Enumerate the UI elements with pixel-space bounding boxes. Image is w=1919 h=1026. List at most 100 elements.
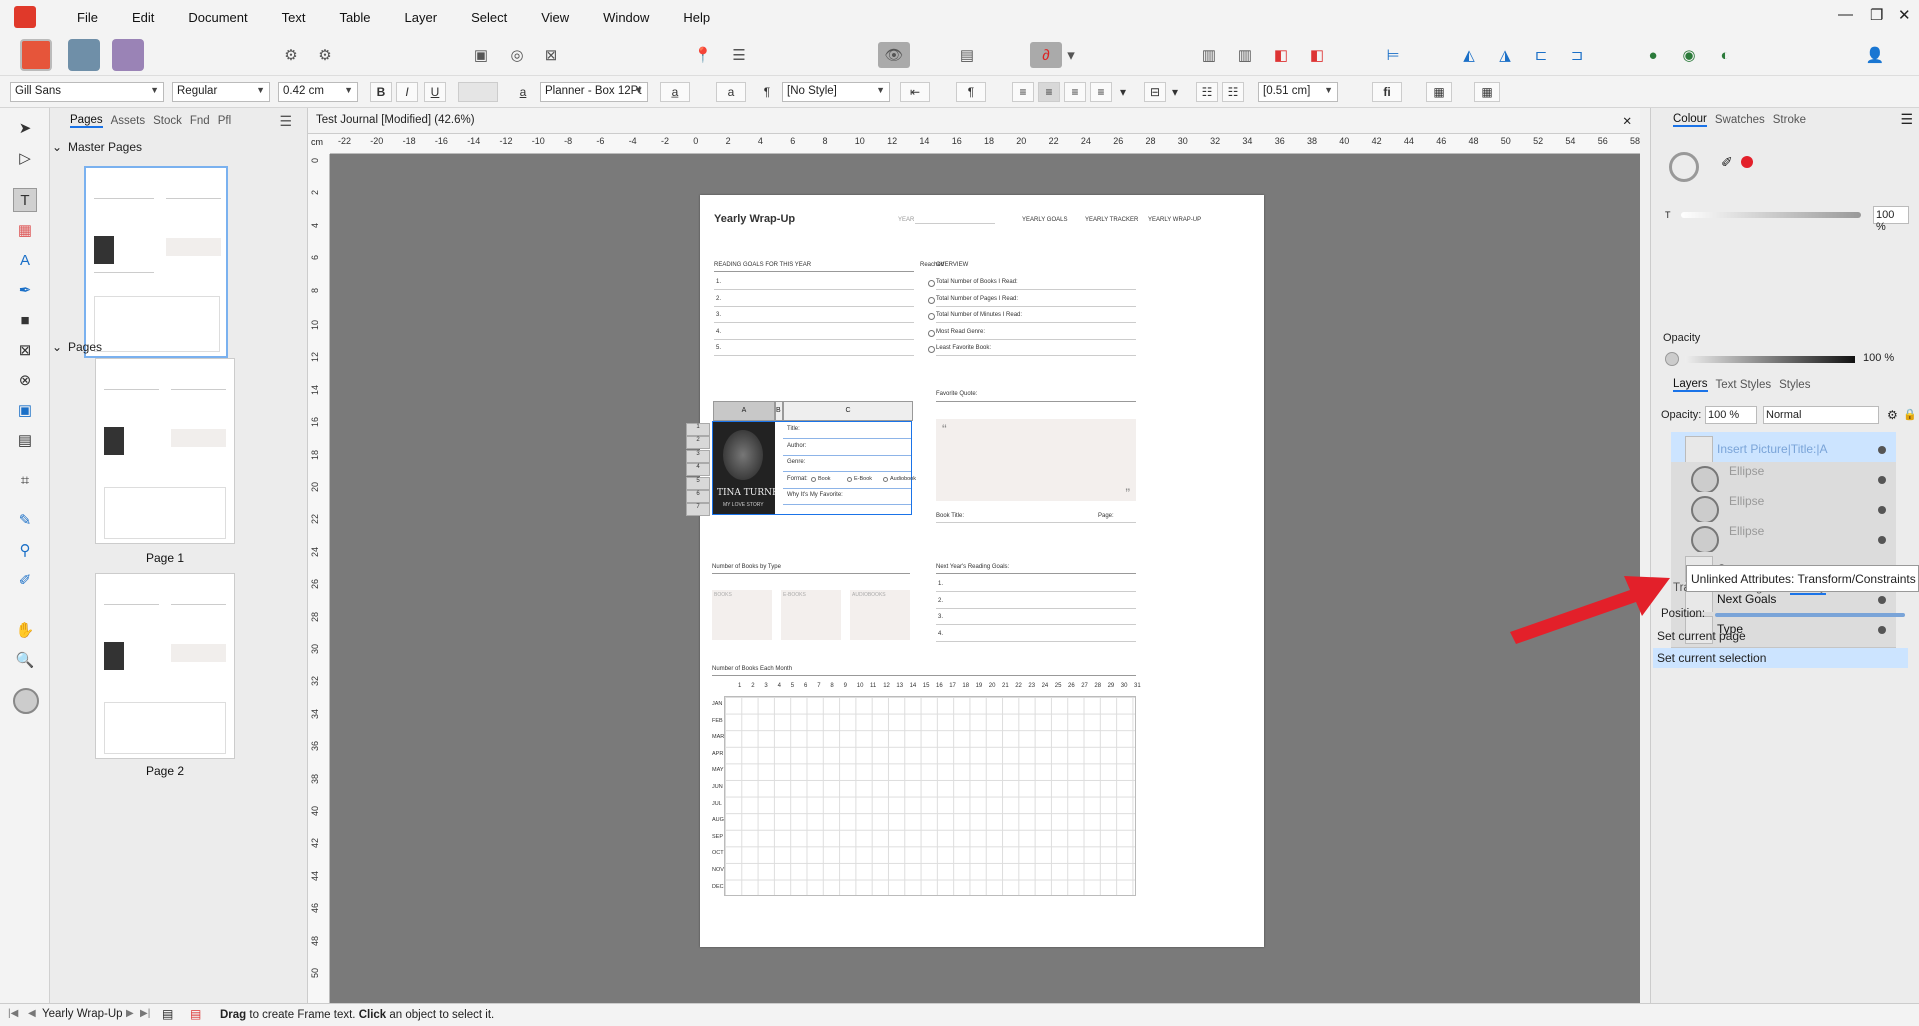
format-radio[interactable] xyxy=(811,477,816,482)
paragraph-style-select[interactable]: Planner - Box 12Pt ▼ xyxy=(540,82,648,102)
master-pages-header[interactable]: ⌄ Master Pages xyxy=(50,136,308,158)
fill-tool-icon[interactable]: ✎ xyxy=(13,508,37,532)
transparency-tool-icon[interactable]: ⚲ xyxy=(13,538,37,562)
history-item-selected[interactable]: Set current selection xyxy=(1653,648,1908,668)
artistic-text-tool-icon[interactable]: A xyxy=(13,248,37,272)
zoom-tool-icon[interactable]: 🔍 xyxy=(13,648,37,672)
tab-text-styles[interactable]: Text Styles xyxy=(1716,379,1772,391)
minimize-icon[interactable]: — xyxy=(1838,6,1853,23)
pen-tool-icon[interactable]: ✒ xyxy=(13,278,37,302)
menu-file[interactable]: File xyxy=(60,10,115,25)
visibility-dot-icon[interactable] xyxy=(1878,506,1886,514)
menu-edit[interactable]: Edit xyxy=(115,10,171,25)
menu-help[interactable]: Help xyxy=(666,10,727,25)
document-page[interactable]: Yearly Wrap-Up YEAR YEARLY GOALS YEARLY … xyxy=(686,195,1264,947)
chevron-down-icon[interactable]: ▾ xyxy=(1116,82,1130,102)
arrange-back-icon[interactable]: ▥ xyxy=(1196,42,1222,68)
preflight-status-icon[interactable]: ▤ xyxy=(190,1007,201,1021)
tab-colour[interactable]: Colour xyxy=(1673,113,1707,127)
color-picker-tool-icon[interactable]: ✐ xyxy=(13,568,37,592)
next-goal-line[interactable] xyxy=(936,591,1136,592)
goal-line[interactable] xyxy=(714,305,914,307)
font-size-select[interactable]: 0.42 cm ▼ xyxy=(278,82,358,102)
monthly-tracker-grid[interactable] xyxy=(724,696,1136,896)
overview-line[interactable] xyxy=(936,322,1136,323)
panel-menu-icon[interactable]: ☰ xyxy=(279,113,292,130)
last-page-icon[interactable]: ▶| xyxy=(140,1008,150,1019)
table-row-line[interactable] xyxy=(783,471,911,473)
table-col-b-header[interactable]: B xyxy=(775,401,783,421)
layer-opacity-select[interactable]: 100 % xyxy=(1705,406,1757,424)
menu-view[interactable]: View xyxy=(524,10,586,25)
format-radio[interactable] xyxy=(883,477,888,482)
chevron-down-icon[interactable]: ▾ xyxy=(1064,42,1078,68)
arrange-front-icon[interactable]: ◧ xyxy=(1304,42,1330,68)
crop-tool-icon[interactable]: ⌗ xyxy=(13,468,37,492)
spacing-select[interactable]: [0.51 cm] ▼ xyxy=(1258,82,1338,102)
tab-stroke[interactable]: Stroke xyxy=(1773,114,1806,126)
lock-icon[interactable]: 🔒 xyxy=(1903,408,1917,421)
opacity-value[interactable]: 100 % xyxy=(1861,350,1911,368)
tab-find[interactable]: Fnd xyxy=(190,115,210,127)
tab-stock[interactable]: Stock xyxy=(153,115,182,127)
table-col-c-header[interactable]: C xyxy=(783,401,913,421)
preflight-icon[interactable]: 👁 xyxy=(878,42,910,68)
tab-layers[interactable]: Layers xyxy=(1673,378,1708,392)
ebooks-type-box[interactable]: E-BOOKS xyxy=(781,590,841,640)
view-mode-normal-icon[interactable]: ▣ xyxy=(468,42,494,68)
history-item[interactable]: Set current page xyxy=(1653,626,1908,646)
publisher-persona-icon[interactable] xyxy=(20,39,52,71)
view-mode-bleed-icon[interactable]: ◎ xyxy=(504,42,530,68)
page-1-thumbnail[interactable] xyxy=(95,358,235,544)
overview-line[interactable] xyxy=(936,305,1136,307)
next-goal-line[interactable] xyxy=(936,607,1136,609)
chevron-down-icon[interactable]: ▾ xyxy=(1168,82,1182,102)
underline-button[interactable]: U xyxy=(424,82,446,102)
bullets-icon[interactable]: ☷ xyxy=(1196,82,1218,102)
next-page-icon[interactable]: ▶ xyxy=(126,1008,134,1019)
color-swatch-icon[interactable] xyxy=(13,688,39,714)
font-family-select[interactable]: Gill Sans ▼ xyxy=(10,82,164,102)
justify-icon[interactable]: ≡ xyxy=(1090,82,1112,102)
vertical-ruler[interactable]: 0 2 4 6 8 10 12 14 16 18 20 22 24 26 28 30 32 34 36 38 40 42 4… xyxy=(308,154,330,1003)
current-page-name[interactable]: Yearly Wrap-Up xyxy=(42,1008,123,1020)
opacity-slider[interactable] xyxy=(1685,356,1855,363)
favorite-book-table[interactable]: A B C TINA TURNER MY LOVE STORY Title: Au… xyxy=(712,401,916,515)
boolean-add-icon[interactable]: ● xyxy=(1640,42,1666,68)
move-tool-icon[interactable]: ➤ xyxy=(13,116,37,140)
document-canvas[interactable]: Test Journal [Modified] (42.6%) ✕ -22 -20-… xyxy=(308,108,1640,1003)
prev-page-icon[interactable]: ◀ xyxy=(28,1008,36,1019)
table-row-line[interactable] xyxy=(783,438,911,439)
quote-box[interactable]: “ ” xyxy=(936,419,1136,501)
boolean-subtract-icon[interactable]: ◉ xyxy=(1676,42,1702,68)
history-position-slider[interactable] xyxy=(1715,613,1905,617)
current-color-swatch[interactable] xyxy=(1741,156,1753,168)
align-right-icon[interactable]: ≡ xyxy=(1064,82,1086,102)
text-color-swatch[interactable] xyxy=(458,82,498,102)
nav-yearly-wrapup[interactable]: YEARLY WRAP-UP xyxy=(1148,217,1201,223)
menu-text[interactable]: Text xyxy=(265,10,323,25)
table-row-header[interactable]: 7 xyxy=(686,503,710,517)
place-image-tool-icon[interactable]: ▣ xyxy=(13,398,37,422)
goal-line[interactable] xyxy=(714,355,914,356)
menu-document[interactable]: Document xyxy=(171,10,264,25)
link-icon[interactable]: ∂ xyxy=(1030,42,1062,68)
table-tool-icon[interactable]: ▦ xyxy=(13,218,37,242)
picture-frame-tool-icon[interactable]: ⊠ xyxy=(13,338,37,362)
books-type-box[interactable]: BOOKS xyxy=(712,590,772,640)
hand-tool-icon[interactable]: ✋ xyxy=(13,618,37,642)
first-page-icon[interactable]: |◀ xyxy=(8,1008,18,1019)
table-row-header[interactable]: 6 xyxy=(686,490,710,503)
flip-vertical-icon[interactable]: ◮ xyxy=(1492,42,1518,68)
paragraph-style-icon[interactable]: ¶ xyxy=(956,82,986,102)
close-document-icon[interactable]: ✕ xyxy=(1622,114,1632,128)
goal-line[interactable] xyxy=(714,338,914,340)
tab-styles[interactable]: Styles xyxy=(1779,379,1810,391)
vertical-align-icon[interactable]: ⊟ xyxy=(1144,82,1166,102)
spread-view-icon[interactable]: ▤ xyxy=(162,1007,173,1021)
table-icon[interactable]: ▦ xyxy=(1426,82,1452,102)
book-cover-image[interactable]: TINA TURNER MY LOVE STORY xyxy=(713,422,775,514)
node-tool-icon[interactable]: ▷ xyxy=(13,146,37,170)
tab-assets[interactable]: Assets xyxy=(111,115,146,127)
snapping-icon[interactable]: ⚙ xyxy=(312,42,338,68)
